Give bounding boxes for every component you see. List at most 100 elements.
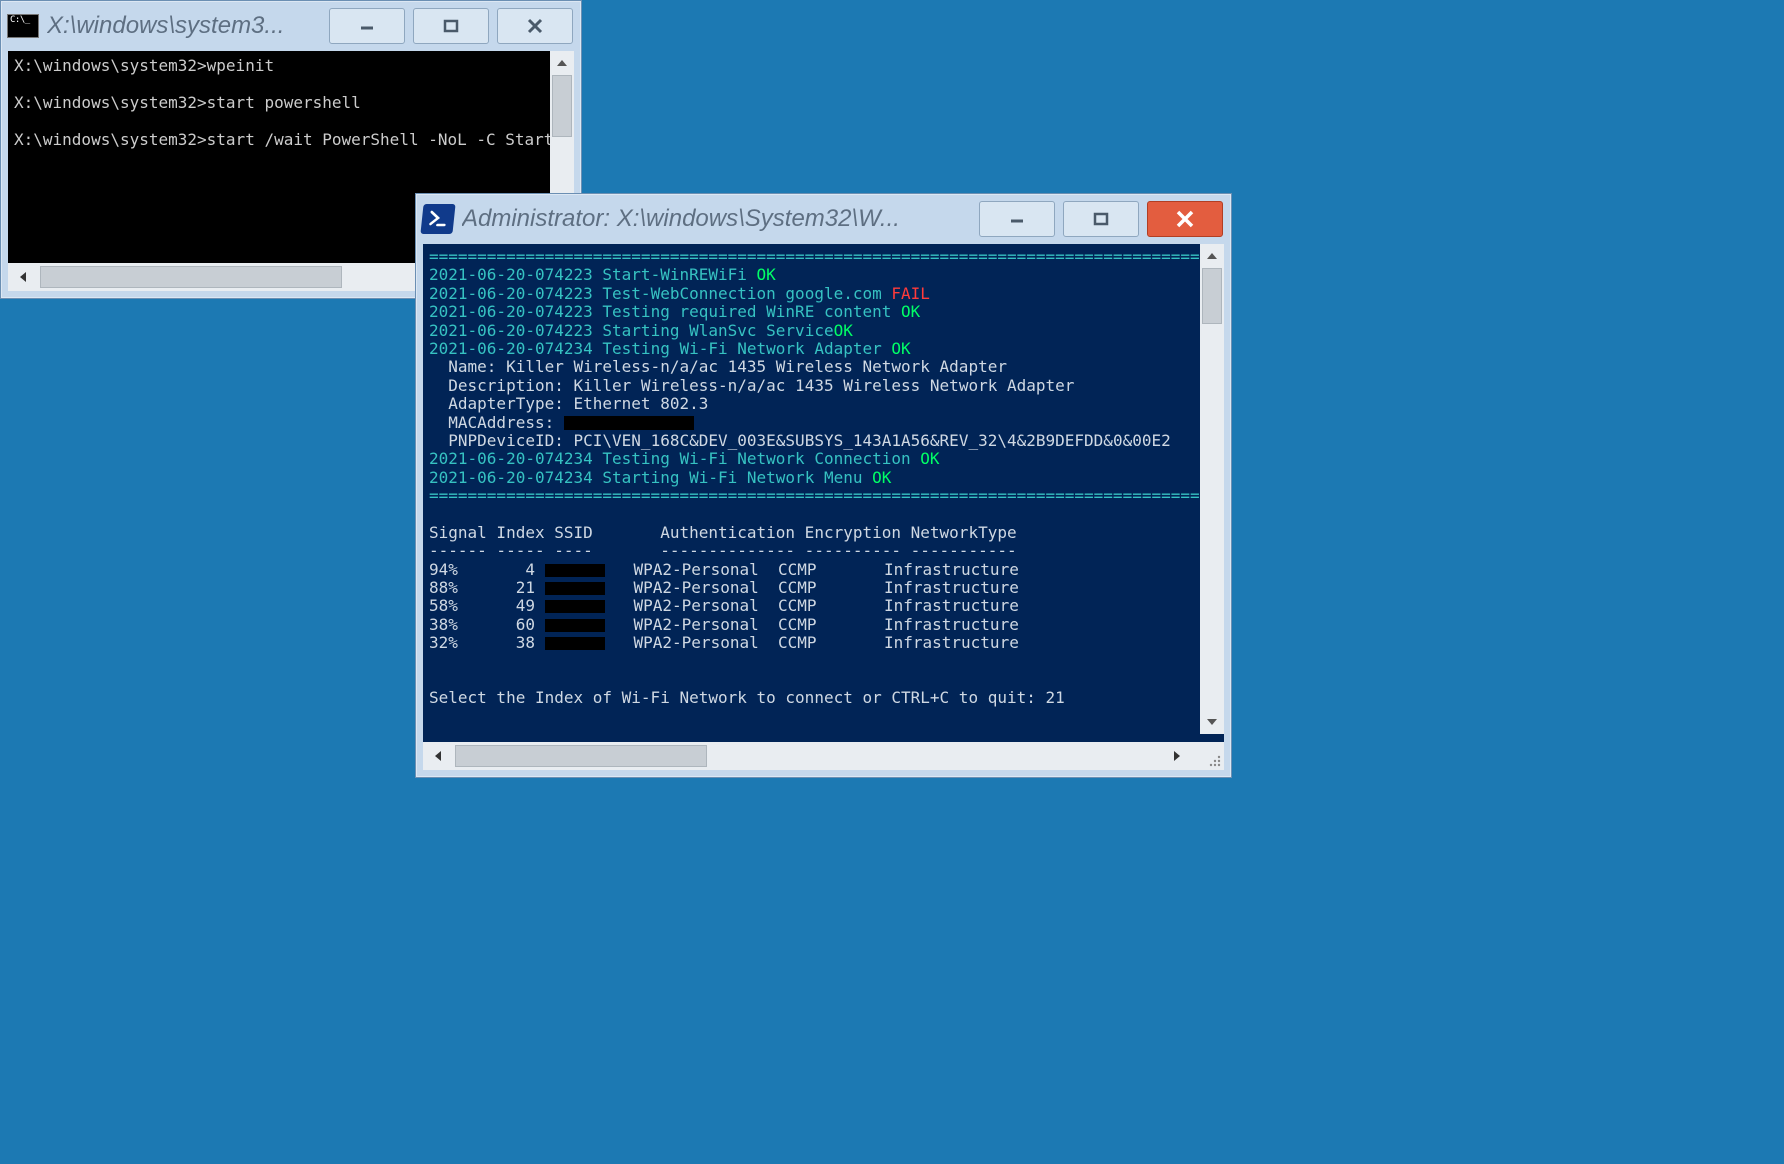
adapter-label: AdapterType: bbox=[429, 394, 574, 413]
scroll-down-icon[interactable] bbox=[1200, 710, 1224, 734]
adapter-label: Name: bbox=[429, 357, 506, 376]
adapter-label: Description: bbox=[429, 376, 574, 395]
cmd-icon bbox=[7, 10, 39, 42]
log-line: 2021-06-20-074223 Test-WebConnection goo… bbox=[429, 285, 1218, 303]
log-timestamp: 2021-06-20-074223 bbox=[429, 265, 593, 284]
scroll-thumb[interactable] bbox=[552, 75, 572, 137]
wifi-networktype: Infrastructure bbox=[884, 615, 1019, 634]
scroll-left-icon[interactable] bbox=[8, 263, 38, 291]
divider-line: ========================================… bbox=[429, 248, 1218, 266]
blank-line bbox=[14, 75, 568, 93]
adapter-mac-line: MACAddress: bbox=[429, 414, 1218, 432]
wifi-auth: WPA2-Personal bbox=[634, 633, 779, 652]
scroll-left-icon[interactable] bbox=[423, 742, 453, 770]
cmd-command: start /wait PowerShell -NoL -C Start-Win… bbox=[207, 130, 574, 149]
hscroll-thumb[interactable] bbox=[455, 745, 707, 767]
wifi-select-prompt[interactable]: Select the Index of Wi-Fi Network to con… bbox=[429, 689, 1218, 707]
powershell-icon bbox=[422, 203, 454, 235]
log-line: 2021-06-20-074234 Testing Wi-Fi Network … bbox=[429, 340, 1218, 358]
cmd-prompt: X:\windows\system32> bbox=[14, 56, 207, 75]
wifi-index: 49 bbox=[487, 596, 545, 615]
log-status: OK bbox=[920, 449, 939, 468]
wifi-table-header: Signal Index SSID Authentication Encrypt… bbox=[429, 524, 1218, 542]
wifi-table-row: 94% 4 WPA2-Personal CCMP Infrastructure bbox=[429, 561, 1218, 579]
wifi-networktype: Infrastructure bbox=[884, 560, 1019, 579]
wifi-signal: 38% bbox=[429, 615, 487, 634]
adapter-value: PCI\VEN_168C&DEV_003E&SUBSYS_143A1A56&RE… bbox=[574, 431, 1171, 450]
log-message: Starting Wi-Fi Network Menu bbox=[593, 468, 872, 487]
close-button[interactable] bbox=[497, 8, 573, 44]
adapter-info-line: Name: Killer Wireless-n/a/ac 1435 Wirele… bbox=[429, 358, 1218, 376]
blank-line bbox=[429, 653, 1218, 671]
ps-window-controls bbox=[979, 201, 1231, 237]
adapter-value: Killer Wireless-n/a/ac 1435 Wireless Net… bbox=[506, 357, 1007, 376]
log-timestamp: 2021-06-20-074234 bbox=[429, 449, 593, 468]
wifi-auth: WPA2-Personal bbox=[634, 615, 779, 634]
wifi-table-divider: ------ ----- ---- -------------- -------… bbox=[429, 542, 1218, 560]
wifi-index: 38 bbox=[487, 633, 545, 652]
log-timestamp: 2021-06-20-074223 bbox=[429, 284, 593, 303]
log-line: 2021-06-20-074223 Start-WinREWiFi OK bbox=[429, 266, 1218, 284]
wifi-table-row: 88% 21 WPA2-Personal CCMP Infrastructure bbox=[429, 579, 1218, 597]
wifi-table-row: 32% 38 WPA2-Personal CCMP Infrastructure bbox=[429, 634, 1218, 652]
wifi-encryption: CCMP bbox=[778, 615, 884, 634]
redacted-mac bbox=[564, 416, 694, 430]
log-message: Testing required WinRE content bbox=[593, 302, 901, 321]
log-status: OK bbox=[872, 468, 891, 487]
adapter-label: PNPDeviceID: bbox=[429, 431, 574, 450]
log-line: 2021-06-20-074223 Starting WlanSvc Servi… bbox=[429, 322, 1218, 340]
redacted-ssid bbox=[545, 600, 605, 613]
cmd-titlebar[interactable]: X:\windows\system3... bbox=[1, 1, 581, 51]
log-message: Starting WlanSvc Service bbox=[593, 321, 834, 340]
log-message: Testing Wi-Fi Network Connection bbox=[593, 449, 921, 468]
log-status: OK bbox=[834, 321, 853, 340]
ps-terminal-content[interactable]: ========================================… bbox=[423, 244, 1224, 742]
log-timestamp: 2021-06-20-074223 bbox=[429, 321, 593, 340]
wifi-encryption: CCMP bbox=[778, 560, 884, 579]
adapter-value: Ethernet 802.3 bbox=[574, 394, 709, 413]
ps-titlebar[interactable]: Administrator: X:\windows\System32\W... bbox=[416, 194, 1231, 244]
resize-grip-icon[interactable] bbox=[1196, 742, 1224, 770]
minimize-button[interactable] bbox=[329, 8, 405, 44]
wifi-index: 60 bbox=[487, 615, 545, 634]
ps-horizontal-scrollbar[interactable] bbox=[423, 742, 1224, 770]
cmd-line: X:\windows\system32>start powershell bbox=[14, 94, 568, 112]
minimize-button[interactable] bbox=[979, 201, 1055, 237]
close-button[interactable] bbox=[1147, 201, 1223, 237]
log-status: OK bbox=[757, 265, 776, 284]
hscroll-thumb[interactable] bbox=[40, 266, 342, 288]
wifi-auth: WPA2-Personal bbox=[634, 578, 779, 597]
scroll-up-icon[interactable] bbox=[1200, 244, 1224, 268]
wifi-encryption: CCMP bbox=[778, 596, 884, 615]
prompt-input-value[interactable]: 21 bbox=[1046, 688, 1065, 707]
log-timestamp: 2021-06-20-074234 bbox=[429, 339, 593, 358]
cmd-command: start powershell bbox=[207, 93, 361, 112]
redacted-ssid bbox=[545, 564, 605, 577]
cmd-window-controls bbox=[329, 8, 581, 44]
ps-vertical-scrollbar[interactable] bbox=[1200, 244, 1224, 734]
blank-line bbox=[429, 671, 1218, 689]
wifi-signal: 94% bbox=[429, 560, 487, 579]
log-status: FAIL bbox=[891, 284, 930, 303]
cmd-line: X:\windows\system32>wpeinit bbox=[14, 57, 568, 75]
log-timestamp: 2021-06-20-074223 bbox=[429, 302, 593, 321]
wifi-encryption: CCMP bbox=[778, 578, 884, 597]
scroll-right-icon[interactable] bbox=[1162, 742, 1192, 770]
maximize-button[interactable] bbox=[1063, 201, 1139, 237]
powershell-window: Administrator: X:\windows\System32\W... … bbox=[415, 193, 1232, 778]
maximize-button[interactable] bbox=[413, 8, 489, 44]
redacted-ssid bbox=[545, 637, 605, 650]
wifi-networktype: Infrastructure bbox=[884, 596, 1019, 615]
wifi-signal: 32% bbox=[429, 633, 487, 652]
blank-line bbox=[14, 112, 568, 130]
ps-window-title: Administrator: X:\windows\System32\W... bbox=[462, 205, 971, 233]
divider-line: ========================================… bbox=[429, 487, 1218, 505]
ps-output: ========================================… bbox=[429, 248, 1218, 708]
redacted-ssid bbox=[545, 582, 605, 595]
adapter-pnp-line: PNPDeviceID: PCI\VEN_168C&DEV_003E&SUBSY… bbox=[429, 432, 1218, 450]
scroll-up-icon[interactable] bbox=[550, 51, 574, 75]
adapter-value: Killer Wireless-n/a/ac 1435 Wireless Net… bbox=[574, 376, 1075, 395]
scroll-thumb[interactable] bbox=[1202, 268, 1222, 324]
wifi-index: 21 bbox=[487, 578, 545, 597]
blank-line bbox=[429, 505, 1218, 523]
